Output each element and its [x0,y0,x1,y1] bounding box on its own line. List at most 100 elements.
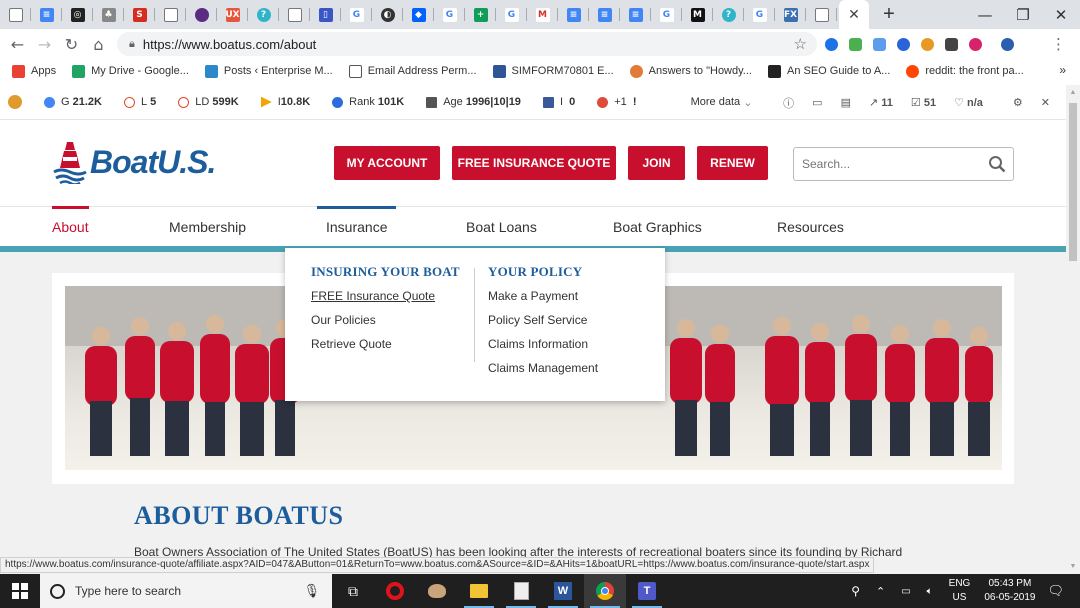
tab[interactable]: ≡ [589,0,620,29]
info-icon[interactable]: ⓘ [783,95,794,111]
taskbar-search[interactable]: Type here to search 🎙︎ [40,574,332,608]
nav-about[interactable]: About [52,206,89,247]
home-button[interactable]: ⌂ [85,29,112,59]
start-button[interactable] [0,574,40,608]
bookmark-item[interactable]: My Drive - Google... [72,64,189,78]
bookmark-item[interactable]: An SEO Guide to A... [767,64,890,78]
tab[interactable] [186,0,217,29]
tab[interactable]: FX [775,0,806,29]
tab[interactable]: G [496,0,527,29]
retrieve-quote-link[interactable]: Retrieve Quote [311,336,460,360]
more-data-dropdown[interactable]: More data ⌄ [691,96,753,109]
tab[interactable] [0,0,31,29]
tab[interactable]: ▯ [310,0,341,29]
tab[interactable]: ◎ [62,0,93,29]
tab[interactable]: G [744,0,775,29]
monitor-icon[interactable]: ▭ [812,96,822,109]
microphone-icon[interactable]: 🎙︎ [303,583,320,599]
tab[interactable]: + [465,0,496,29]
tab[interactable]: S [124,0,155,29]
my-account-button[interactable]: MY ACCOUNT [334,146,440,180]
external-links-metric[interactable]: ↗ 11 [869,96,893,109]
task-view-button[interactable]: ⧉ [332,574,374,608]
word-app[interactable]: W [542,574,584,608]
bookmark-item[interactable]: Posts ‹ Enterprise M... [204,64,333,78]
language-indicator[interactable]: ENG US [949,577,971,605]
page-scrollbar[interactable]: ▲ ▼ [1066,85,1080,574]
tab[interactable]: G [434,0,465,29]
nav-resources[interactable]: Resources [777,207,844,247]
seo-metric[interactable]: +1 ! [597,96,637,108]
extension-dark-gear-icon[interactable] [1001,37,1014,51]
active-tab[interactable]: ✕ [839,0,869,29]
extension-pink-icon[interactable] [969,37,982,51]
seoquake-icon[interactable] [8,95,22,109]
tab[interactable]: ≡ [31,0,62,29]
tab[interactable] [806,0,837,29]
seo-metric[interactable]: Rank 101K [332,96,404,108]
restore-button[interactable]: ❐ [1004,0,1042,29]
taskbar-clock[interactable]: 05:43 PM 06-05-2019 [984,577,1035,605]
volume-icon[interactable]: 🔈︎ [927,586,933,597]
scroll-down-arrow-icon[interactable]: ▼ [1069,563,1077,570]
bookmarks-more-button[interactable]: » [1059,63,1066,77]
tab[interactable]: ◐ [372,0,403,29]
tab[interactable]: M [682,0,713,29]
back-button[interactable]: ← [4,29,31,59]
opera-app[interactable] [374,574,416,608]
free-insurance-quote-button[interactable]: FREE INSURANCE QUOTE [452,146,616,180]
chrome-app[interactable] [584,574,626,608]
policy-self-service-link[interactable]: Policy Self Service [488,312,598,336]
minimize-button[interactable]: — [966,0,1004,29]
extension-dropper-icon[interactable] [945,37,958,51]
extension-blue-circle-icon[interactable] [825,37,838,51]
bookmark-item[interactable]: reddit: the front pa... [906,64,1024,78]
renew-button[interactable]: RENEW [697,146,768,180]
people-icon[interactable]: ⚲ [851,584,860,598]
close-window-button[interactable]: ✕ [1042,0,1080,29]
bookmark-item[interactable]: Apps [12,64,56,78]
extension-image-icon[interactable] [849,37,862,51]
claims-information-link[interactable]: Claims Information [488,336,598,360]
join-button[interactable]: JOIN [628,146,685,180]
settings-gear-icon[interactable]: ⚙ [1013,96,1023,109]
paint-app[interactable] [416,574,458,608]
seo-metric[interactable]: I 0 [542,96,575,108]
scroll-thumb[interactable] [1069,103,1077,261]
claims-management-link[interactable]: Claims Management [488,360,598,384]
new-tab-button[interactable]: + [875,0,903,29]
heart-metric[interactable]: ♡ n/a [954,96,983,109]
tab[interactable]: ◆ [403,0,434,29]
tab[interactable]: UX [217,0,248,29]
tab[interactable]: ? [713,0,744,29]
close-icon[interactable]: ✕ [1041,96,1050,109]
make-a-payment-link[interactable]: Make a Payment [488,288,598,312]
notification-icon[interactable]: 🗨︎ [1047,583,1064,599]
bookmark-item[interactable]: SIMFORM70801 E... [492,64,614,78]
tab[interactable]: M [527,0,558,29]
file-explorer-app[interactable] [458,574,500,608]
seo-metric[interactable]: G 21.2K [44,96,102,108]
seo-metric[interactable]: I 10.8K [260,96,310,108]
search-input[interactable] [794,148,974,180]
tray-chevron-up-icon[interactable]: ⌃ [876,585,885,598]
chrome-menu-icon[interactable]: ⋮ [1051,35,1066,53]
bookmark-item[interactable]: Answers to "Howdy... [629,64,752,78]
scroll-up-arrow-icon[interactable]: ▲ [1069,89,1077,96]
seo-metric[interactable]: Age 1996|10|19 [426,96,521,108]
tab[interactable]: ≡ [558,0,589,29]
tab[interactable]: ♣ [93,0,124,29]
notepad-app[interactable] [500,574,542,608]
bookmark-item[interactable]: Email Address Perm... [348,64,477,78]
tab-close-icon[interactable]: ✕ [848,6,860,23]
tab[interactable] [279,0,310,29]
free-insurance-quote-link[interactable]: FREE Insurance Quote [311,288,460,312]
page-icon[interactable]: ▤ [841,96,851,109]
network-icon[interactable]: ▭ [901,586,910,597]
extension-a-icon[interactable] [897,37,910,51]
reload-button[interactable]: ↻ [58,29,85,59]
address-bar[interactable]: 🔒︎ https://www.boatus.com/about ☆ [117,32,817,56]
seo-metric[interactable]: LD 599K [178,96,239,108]
tab[interactable]: G [651,0,682,29]
extension-link-icon[interactable] [873,37,886,51]
